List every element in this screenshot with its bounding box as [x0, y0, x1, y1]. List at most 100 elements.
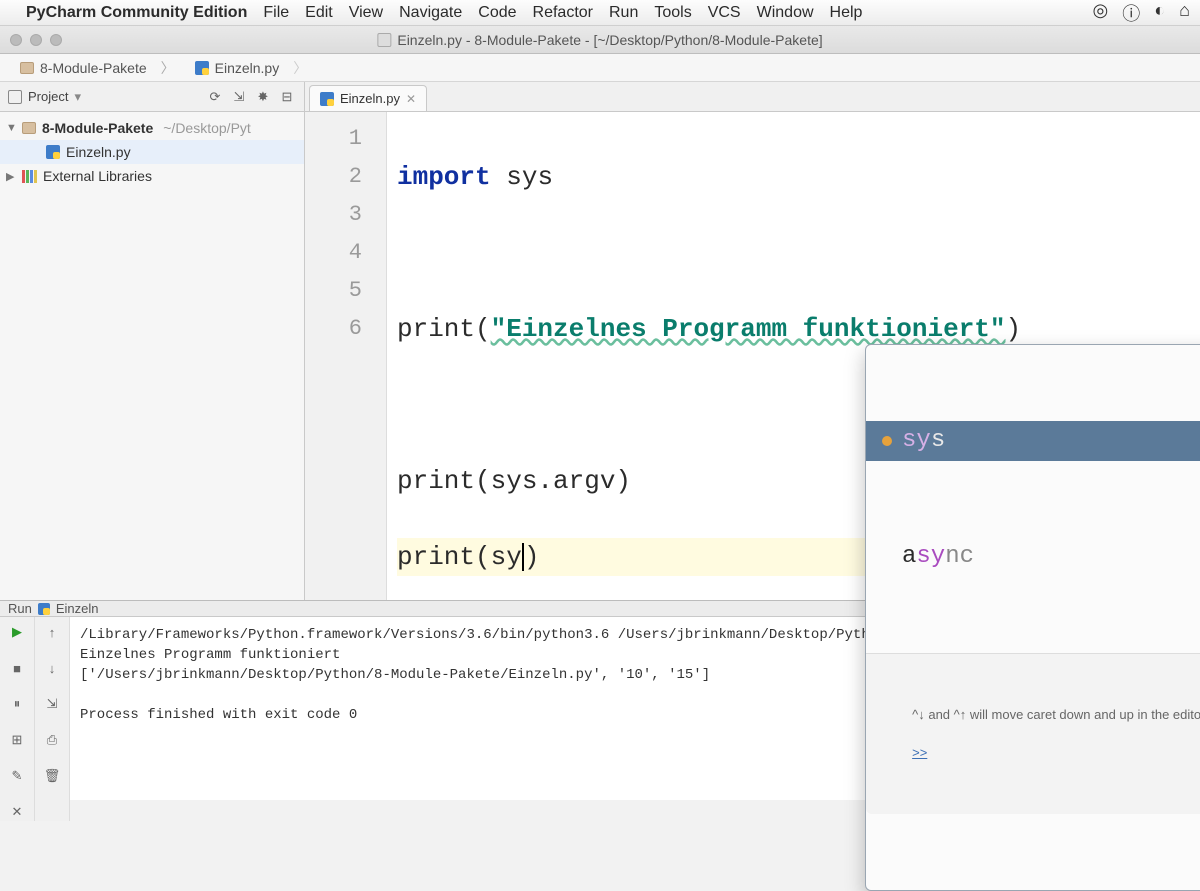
python-file-icon [320, 92, 334, 106]
tray-icon-4[interactable]: ⌂ [1179, 0, 1190, 26]
code-area[interactable]: import sys print("Einzelnes Programm fun… [387, 112, 1200, 600]
app-name[interactable]: PyCharm Community Edition [26, 4, 247, 22]
project-toolbar: Project ▾ ⟳ ⇲ ✸ ⊟ [0, 82, 305, 111]
breadcrumb-item-file[interactable]: Einzeln.py [185, 58, 318, 78]
code-line: import sys [397, 158, 1190, 196]
menu-navigate[interactable]: Navigate [399, 4, 462, 22]
trash-icon[interactable]: 🗑 [43, 767, 61, 785]
tray-icon-3[interactable]: ◐ [1154, 0, 1165, 26]
run-tab-prefix: Run [8, 601, 32, 616]
editor-tab[interactable]: Einzeln.py ✕ [309, 85, 427, 111]
run-stop-icon[interactable]: ■ [8, 659, 26, 677]
menu-refactor[interactable]: Refactor [533, 4, 593, 22]
window-controls [10, 34, 62, 46]
minimize-window-button[interactable] [30, 34, 42, 46]
menu-run[interactable]: Run [609, 4, 638, 22]
zoom-window-button[interactable] [50, 34, 62, 46]
run-close-icon[interactable]: ✕ [8, 803, 26, 821]
menu-edit[interactable]: Edit [305, 4, 333, 22]
ac-match: sy [916, 538, 945, 576]
menu-file[interactable]: File [263, 4, 289, 22]
print-icon[interactable]: ⎙ [43, 731, 61, 749]
run-tab-name: Einzeln [56, 601, 99, 616]
run-play-icon[interactable]: ▶ [8, 623, 26, 641]
export-icon[interactable]: ⇲ [43, 695, 61, 713]
python-file-icon [195, 61, 209, 75]
breadcrumb: 8-Module-Pakete Einzeln.py [0, 54, 1200, 82]
collapse-all-icon[interactable]: ⟳ [206, 88, 224, 106]
expand-arrow-icon[interactable]: ▼ [6, 122, 16, 134]
arrow-down-icon[interactable]: ↓ [43, 659, 61, 677]
arrow-up-icon[interactable]: ↑ [43, 623, 61, 641]
run-controls-left: ▶ ■ ⏸ ⊞ ✎ ✕ [0, 617, 35, 821]
console-line: Process finished with exit code 0 [80, 707, 357, 723]
variable-icon [882, 436, 892, 446]
python-file-icon [38, 603, 50, 615]
tree-file-label: Einzeln.py [66, 144, 131, 160]
run-layout-icon[interactable]: ⊞ [8, 731, 26, 749]
close-window-button[interactable] [10, 34, 22, 46]
macos-menubar: PyCharm Community Edition File Edit View… [0, 0, 1200, 26]
main-area: ▼ 8-Module-Pakete ~/Desktop/Pyt Einzeln.… [0, 112, 1200, 600]
libraries-icon [22, 170, 37, 183]
line-number: 4 [313, 234, 362, 272]
ac-rest: nc [945, 538, 974, 576]
tree-file[interactable]: Einzeln.py [0, 140, 304, 164]
hide-icon[interactable]: ⊟ [278, 88, 296, 106]
run-controls-right: ↑ ↓ ⇲ ⎙ 🗑 [35, 617, 70, 821]
breadcrumb-label: Einzeln.py [215, 60, 280, 76]
line-number: 3 [313, 196, 362, 234]
chevron-down-icon[interactable]: ▾ [74, 89, 81, 105]
code-line: print("Einzelnes Programm funktioniert") [397, 310, 1190, 348]
project-tool-icon [8, 90, 22, 104]
folder-icon [22, 122, 36, 134]
file-icon [377, 33, 391, 47]
locate-icon[interactable]: ⇲ [230, 88, 248, 106]
line-number: 1 [313, 120, 362, 158]
python-file-icon [46, 145, 60, 159]
menubar-tray: ◎ ⓘ ◐ ⌂ [1093, 0, 1190, 26]
tree-root-label: 8-Module-Pakete [42, 120, 153, 136]
menu-view[interactable]: View [349, 4, 383, 22]
autocomplete-hint: ^↓ and ^↑ will move caret down and up in… [866, 653, 1200, 814]
tree-root-path: ~/Desktop/Pyt [163, 120, 251, 136]
menu-code[interactable]: Code [478, 4, 516, 22]
tree-root[interactable]: ▼ 8-Module-Pakete ~/Desktop/Pyt [0, 116, 304, 140]
breadcrumb-item-folder[interactable]: 8-Module-Pakete [10, 58, 185, 78]
expand-arrow-icon[interactable]: ▶ [6, 170, 16, 183]
editor-tab-bar: Einzeln.py ✕ [305, 82, 1200, 111]
window-titlebar: Einzeln.py - 8-Module-Pakete - [~/Deskto… [0, 26, 1200, 54]
menu-help[interactable]: Help [830, 4, 863, 22]
menu-vcs[interactable]: VCS [708, 4, 741, 22]
line-gutter: 1 2 3 4 5 6 [305, 112, 387, 600]
project-label: Project [28, 89, 68, 104]
tray-icon-2[interactable]: ⓘ [1122, 0, 1140, 26]
tray-icon-1[interactable]: ◎ [1093, 0, 1109, 26]
autocomplete-popup: sys async ^↓ and ^↑ will move caret down… [865, 344, 1200, 891]
close-tab-icon[interactable]: ✕ [406, 92, 416, 106]
project-tree: ▼ 8-Module-Pakete ~/Desktop/Pyt Einzeln.… [0, 112, 305, 600]
autocomplete-item-selected[interactable]: sys [866, 421, 1200, 461]
console-line: Einzelnes Programm funktioniert [80, 647, 340, 663]
code-line [397, 234, 1190, 272]
ac-match: sy [902, 422, 931, 460]
line-number: 5 [313, 272, 362, 310]
code-editor[interactable]: 1 2 3 4 5 6 import sys print("Einzelnes … [305, 112, 1200, 600]
tree-external-libraries[interactable]: ▶ External Libraries [0, 164, 304, 188]
menu-window[interactable]: Window [757, 4, 814, 22]
tool-row: Project ▾ ⟳ ⇲ ✸ ⊟ Einzeln.py ✕ [0, 82, 1200, 112]
menu-tools[interactable]: Tools [654, 4, 691, 22]
folder-icon [20, 62, 34, 74]
window-title: Einzeln.py - 8-Module-Pakete - [~/Deskto… [397, 32, 822, 48]
run-pause-icon[interactable]: ⏸ [8, 695, 26, 713]
run-pin-icon[interactable]: ✎ [8, 767, 26, 785]
autocomplete-hint-link[interactable]: >> [912, 745, 927, 760]
breadcrumb-label: 8-Module-Pakete [40, 60, 147, 76]
line-number: 6 [313, 310, 362, 348]
gear-icon[interactable]: ✸ [254, 88, 272, 106]
editor-tab-label: Einzeln.py [340, 91, 400, 106]
autocomplete-item[interactable]: async [866, 537, 1200, 577]
ac-pre: a [902, 538, 916, 576]
tree-external-label: External Libraries [43, 168, 152, 184]
line-number: 2 [313, 158, 362, 196]
